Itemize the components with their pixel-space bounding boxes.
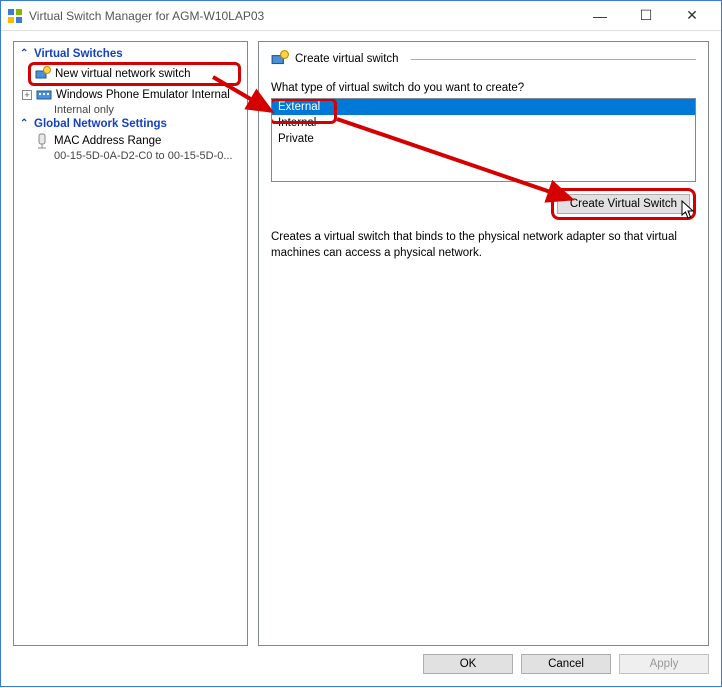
switch-type-question: What type of virtual switch do you want … (271, 82, 696, 94)
dialog-footer: OK Cancel Apply (13, 646, 709, 676)
window-title: Virtual Switch Manager for AGM-W10LAP03 (29, 9, 577, 23)
panel-heading-icon (271, 50, 289, 68)
switch-type-description: Creates a virtual switch that binds to t… (271, 230, 696, 261)
annotation-highlight-new-switch: New virtual network switch (28, 62, 241, 86)
tree-item-mac-range[interactable]: MAC Address Range (16, 132, 245, 150)
columns: ⌃ Virtual Switches New virtual network s… (13, 41, 709, 646)
tree: ⌃ Virtual Switches New virtual network s… (14, 42, 247, 166)
chevron-up-icon: ⌃ (20, 49, 30, 59)
tree-item-label: Windows Phone Emulator Internal (56, 89, 230, 101)
tree-section-label: Global Network Settings (34, 118, 167, 130)
titlebar: Virtual Switch Manager for AGM-W10LAP03 … (1, 1, 721, 31)
content-area: ⌃ Virtual Switches New virtual network s… (1, 31, 721, 686)
annotation-highlight-create: Create Virtual Switch (551, 188, 696, 220)
tree-item-emulator[interactable]: + Windows Phone Emulator Internal (16, 86, 245, 104)
switch-type-option-private[interactable]: Private (272, 131, 695, 147)
minimize-button[interactable]: — (577, 1, 623, 30)
create-virtual-switch-button[interactable]: Create Virtual Switch (557, 194, 690, 214)
switch-new-icon (35, 66, 51, 82)
panel-heading: Create virtual switch (295, 53, 399, 65)
switch-type-option-internal[interactable]: Internal (272, 115, 695, 131)
details-panel: Create virtual switch What type of virtu… (258, 41, 709, 646)
app-icon (7, 8, 23, 24)
tree-item-emulator-subtype: Internal only (16, 104, 245, 116)
tree-panel: ⌃ Virtual Switches New virtual network s… (13, 41, 248, 646)
apply-button[interactable]: Apply (619, 654, 709, 674)
switch-icon (36, 87, 52, 103)
expand-icon[interactable]: + (22, 90, 32, 100)
maximize-button[interactable]: ☐ (623, 1, 669, 30)
tree-item-new-virtual-switch[interactable]: New virtual network switch (31, 65, 238, 83)
tree-section-label: Virtual Switches (34, 48, 123, 60)
create-button-row: Create Virtual Switch (271, 188, 696, 220)
chevron-up-icon: ⌃ (20, 119, 30, 129)
switch-type-option-external[interactable]: External (272, 99, 695, 115)
mac-address-icon (34, 133, 50, 149)
switch-type-listbox[interactable]: External Internal Private (271, 98, 696, 182)
window-controls: — ☐ ✕ (577, 1, 715, 30)
tree-item-label: MAC Address Range (54, 135, 161, 147)
cancel-button[interactable]: Cancel (521, 654, 611, 674)
close-button[interactable]: ✕ (669, 1, 715, 30)
tree-item-mac-range-value: 00-15-5D-0A-D2-C0 to 00-15-5D-0... (16, 150, 245, 162)
ok-button[interactable]: OK (423, 654, 513, 674)
tree-item-label: New virtual network switch (55, 68, 190, 80)
cursor-icon (681, 200, 697, 220)
tree-section-global-settings[interactable]: ⌃ Global Network Settings (16, 116, 245, 132)
tree-section-virtual-switches[interactable]: ⌃ Virtual Switches (16, 46, 245, 62)
heading-rule (411, 59, 696, 60)
panel-heading-row: Create virtual switch (271, 50, 696, 68)
